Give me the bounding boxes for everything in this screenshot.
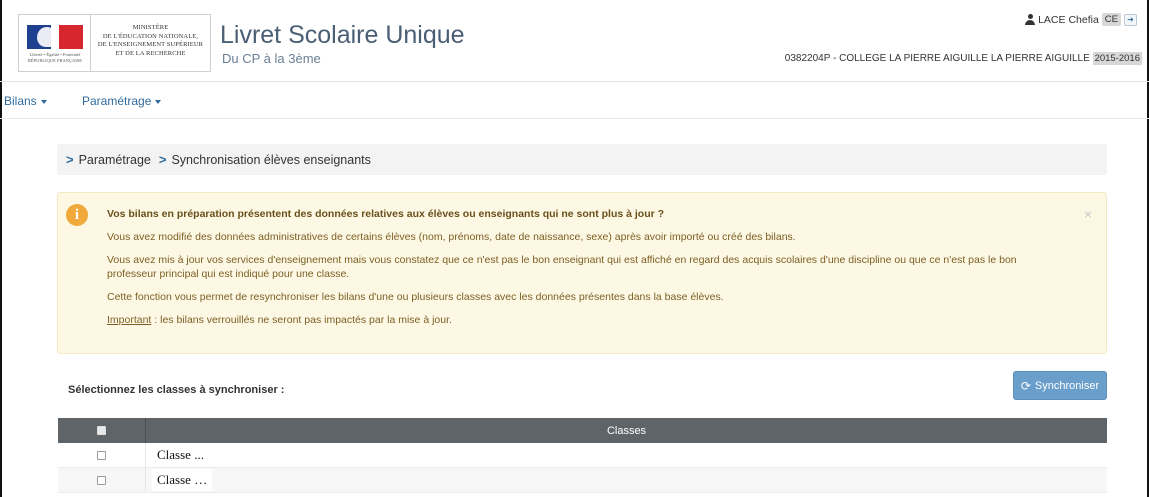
header: Liberté • Égalité • Fraternité RÉPUBLIQU… xyxy=(0,0,1149,82)
info-icon: i xyxy=(66,204,88,226)
breadcrumb-current: Synchronisation élèves enseignants xyxy=(171,152,371,167)
alert-paragraph: Vous avez mis à jour vos services d'ense… xyxy=(107,254,1017,280)
republic-motto: Liberté • Égalité • Fraternité RÉPUBLIQU… xyxy=(27,52,83,63)
important-text: : les bilans verrouillés ne seront pas i… xyxy=(151,314,452,326)
classes-table: Classes Classe ... Classe … xyxy=(58,418,1107,493)
row-checkbox-cell xyxy=(58,468,146,492)
breadcrumb: > Paramétrage > Synchronisation élèves e… xyxy=(57,144,1107,175)
ministry-name: MINISTÈRE DE L'ÉDUCATION NATIONALE, DE L… xyxy=(97,24,204,57)
row-checkbox[interactable] xyxy=(97,475,106,485)
user-name[interactable]: LACE Chefia xyxy=(1038,14,1099,26)
classes-column-header[interactable]: Classes xyxy=(146,418,1107,443)
select-classes-label: Sélectionnez les classes à synchroniser … xyxy=(68,384,285,396)
caret-down-icon xyxy=(155,99,162,104)
chevron-right-icon: > xyxy=(158,152,167,167)
main-nav: Bilans Paramétrage xyxy=(0,83,1149,119)
select-all-cell xyxy=(58,418,146,443)
user-info: LACE Chefia CE ➜ xyxy=(1025,13,1137,26)
school-name: 0382204P - COLLEGE LA PIERRE AIGUILLE LA… xyxy=(784,53,1090,64)
row-checkbox[interactable] xyxy=(97,450,106,460)
alert-body: Vos bilans en préparation présentent des… xyxy=(107,207,1067,336)
chevron-right-icon: > xyxy=(66,152,74,167)
alert-title: Vos bilans en préparation présentent des… xyxy=(107,208,665,220)
class-name: Classe … xyxy=(152,469,213,491)
alert-paragraph: Vous avez modifié des données administra… xyxy=(107,231,796,243)
logout-icon[interactable]: ➜ xyxy=(1124,13,1137,26)
select-all-checkbox[interactable] xyxy=(97,426,106,435)
school-year-badge: 2015-2016 xyxy=(1092,52,1142,65)
close-icon[interactable]: × xyxy=(1084,206,1092,222)
refresh-icon: ⟳ xyxy=(1020,378,1031,393)
nav-parametrage-menu[interactable]: Paramétrage xyxy=(82,94,162,108)
app-subtitle: Du CP à la 3ème xyxy=(222,51,321,66)
user-icon xyxy=(1025,14,1036,25)
app-title[interactable]: Livret Scolaire Unique xyxy=(220,21,465,49)
caret-down-icon xyxy=(40,99,47,104)
alert-important: Important : les bilans verrouillés ne se… xyxy=(107,313,1067,327)
table-header: Classes xyxy=(58,418,1107,443)
nav-bilans-menu[interactable]: Bilans xyxy=(4,94,47,108)
flag-icon xyxy=(27,25,83,49)
synchroniser-label: Synchroniser xyxy=(1034,379,1100,392)
table-row[interactable]: Classe … xyxy=(58,468,1107,493)
synchroniser-button[interactable]: ⟳ Synchroniser xyxy=(1013,371,1107,400)
nav-parametrage-label: Paramétrage xyxy=(82,94,152,108)
marianne-profile-icon xyxy=(37,27,55,47)
class-cell: Classe ... xyxy=(146,443,1107,467)
class-name: Classe ... xyxy=(152,444,209,466)
class-cell: Classe … xyxy=(146,468,1107,492)
table-row[interactable]: Classe ... xyxy=(58,443,1107,468)
breadcrumb-parametrage[interactable]: Paramétrage xyxy=(79,153,151,167)
ministry-logo[interactable]: Liberté • Égalité • Fraternité RÉPUBLIQU… xyxy=(18,14,211,72)
user-role-badge: CE xyxy=(1101,13,1121,26)
warning-alert: i × Vos bilans en préparation présentent… xyxy=(57,192,1107,354)
marianne-logo: Liberté • Égalité • Fraternité RÉPUBLIQU… xyxy=(19,15,91,71)
alert-paragraph: Cette fonction vous permet de resynchron… xyxy=(107,291,724,303)
row-checkbox-cell xyxy=(58,443,146,467)
important-label: Important xyxy=(107,314,152,326)
school-info: 0382204P - COLLEGE LA PIERRE AIGUILLE LA… xyxy=(784,52,1142,65)
nav-bilans-label: Bilans xyxy=(4,94,37,108)
